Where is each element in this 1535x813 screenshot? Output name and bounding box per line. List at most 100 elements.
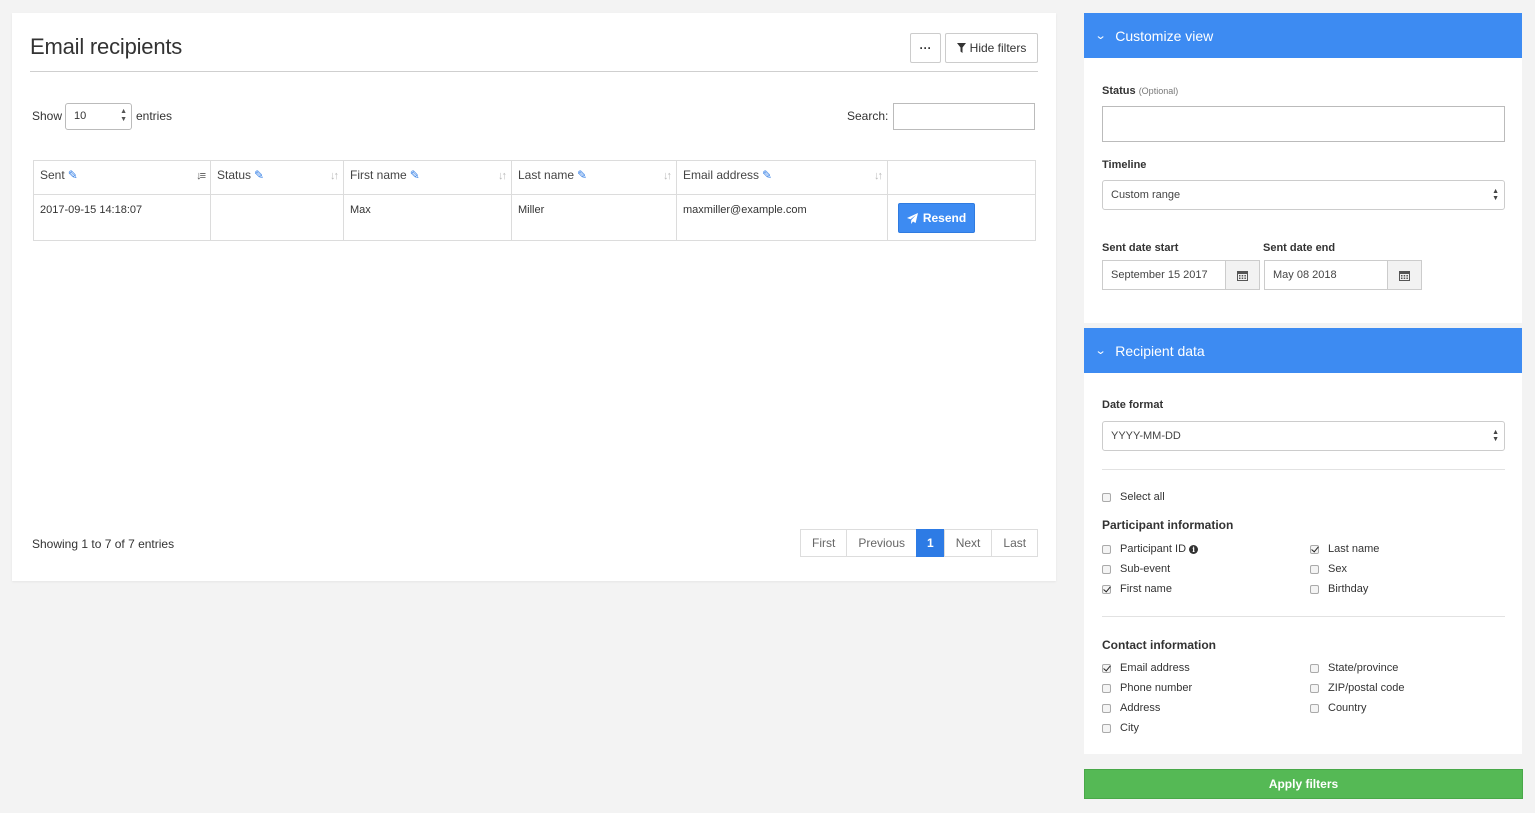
email-address-checkbox[interactable]: Email address bbox=[1102, 662, 1190, 674]
sent-start-value: September 15 2017 bbox=[1111, 269, 1208, 281]
hide-filters-label: Hide filters bbox=[969, 41, 1027, 55]
pencil-icon[interactable]: ✎ bbox=[577, 168, 587, 182]
select-arrows-icon: ▲ ▼ bbox=[120, 108, 127, 123]
pencil-icon[interactable]: ✎ bbox=[68, 168, 78, 182]
sent-start-label: Sent date start bbox=[1102, 242, 1179, 254]
recipient-data-panel: Date format YYYY-MM-DD ▲ ▼ Select all Par… bbox=[1084, 373, 1522, 754]
more-options-button[interactable]: ··· bbox=[910, 33, 941, 63]
country-checkbox[interactable]: Country bbox=[1310, 702, 1367, 714]
entries-label: entries bbox=[136, 109, 173, 123]
state-province-checkbox[interactable]: State/province bbox=[1310, 662, 1398, 674]
pencil-icon[interactable]: ✎ bbox=[762, 168, 772, 182]
cell-actions: Resend bbox=[887, 194, 1036, 241]
contact-information-title: Contact information bbox=[1102, 638, 1216, 652]
checkbox[interactable] bbox=[1102, 564, 1111, 574]
select-all-checkbox[interactable]: Select all bbox=[1102, 491, 1165, 503]
info-icon[interactable]: i bbox=[1189, 544, 1199, 554]
resend-button[interactable]: Resend bbox=[898, 203, 975, 233]
customize-view-header[interactable]: ⌄ Customize view bbox=[1084, 13, 1522, 58]
cell-first-name: Max bbox=[343, 194, 512, 241]
title-divider bbox=[30, 71, 1038, 72]
cell-email: maxmiller@example.com bbox=[676, 194, 888, 241]
recipient-data-title: Recipient data bbox=[1115, 342, 1205, 359]
sent-start-date-input[interactable]: September 15 2017 bbox=[1102, 260, 1260, 290]
status-input[interactable] bbox=[1102, 106, 1505, 142]
search-label: Search: bbox=[847, 109, 889, 123]
sort-icon[interactable]: ↓↑ bbox=[330, 170, 339, 182]
customize-view-title: Customize view bbox=[1115, 27, 1214, 44]
hide-filters-button[interactable]: Hide filters bbox=[945, 33, 1038, 63]
column-header-first-name[interactable]: First name ✎ ↓↑ bbox=[343, 160, 512, 195]
apply-filters-button[interactable]: Apply filters bbox=[1084, 769, 1523, 799]
date-format-value: YYYY-MM-DD bbox=[1111, 430, 1181, 442]
first-name-checkbox[interactable]: First name bbox=[1102, 583, 1172, 595]
pager-page-1[interactable]: 1 bbox=[916, 529, 945, 557]
checkbox-checked[interactable] bbox=[1310, 544, 1319, 554]
checkbox-checked[interactable] bbox=[1102, 584, 1111, 594]
search-input[interactable] bbox=[893, 103, 1035, 130]
phone-number-checkbox[interactable]: Phone number bbox=[1102, 682, 1192, 694]
checkbox[interactable] bbox=[1310, 663, 1319, 673]
select-arrows-icon: ▲ ▼ bbox=[1492, 429, 1499, 443]
optional-note: (Optional) bbox=[1138, 86, 1179, 96]
birthday-checkbox[interactable]: Birthday bbox=[1310, 583, 1368, 595]
column-header-status[interactable]: Status ✎ ↓↑ bbox=[210, 160, 344, 195]
chevron-down-icon: ⌄ bbox=[1094, 345, 1107, 357]
select-arrows-icon: ▲ ▼ bbox=[1492, 188, 1499, 202]
checkbox[interactable] bbox=[1310, 683, 1319, 693]
sort-icon[interactable]: ↓↑ bbox=[663, 170, 672, 182]
date-format-label: Date format bbox=[1102, 399, 1164, 411]
recipients-table: Sent ✎ ↓≡ Status ✎ ↓↑ First name ✎ ↓↑ Last nam… bbox=[33, 160, 1036, 241]
sort-icon[interactable]: ↓↑ bbox=[498, 170, 507, 182]
calendar-icon[interactable] bbox=[1225, 261, 1259, 289]
sex-checkbox[interactable]: Sex bbox=[1310, 563, 1347, 575]
entries-length-select[interactable]: 10 ▲ ▼ bbox=[65, 103, 132, 130]
divider bbox=[1102, 469, 1505, 470]
pencil-icon[interactable]: ✎ bbox=[254, 168, 264, 182]
city-checkbox[interactable]: City bbox=[1102, 722, 1139, 734]
cell-sent: 2017-09-15 14:18:07 bbox=[33, 194, 211, 241]
column-header-last-name[interactable]: Last name ✎ ↓↑ bbox=[511, 160, 677, 195]
checkbox-checked[interactable] bbox=[1102, 663, 1111, 673]
sort-desc-icon[interactable]: ↓≡ bbox=[196, 170, 206, 182]
checkbox[interactable] bbox=[1102, 723, 1111, 733]
checkbox[interactable] bbox=[1102, 683, 1111, 693]
divider bbox=[1102, 616, 1505, 617]
pager-last[interactable]: Last bbox=[991, 529, 1039, 557]
checkbox[interactable] bbox=[1310, 703, 1319, 713]
sent-end-date-input[interactable]: May 08 2018 bbox=[1264, 260, 1422, 290]
status-label: Status (Optional) bbox=[1102, 85, 1179, 97]
pager-first[interactable]: First bbox=[800, 529, 848, 557]
page-title: Email recipients bbox=[30, 34, 183, 59]
sort-icon[interactable]: ↓↑ bbox=[874, 170, 883, 182]
timeline-select[interactable]: Custom range ▲ ▼ bbox=[1102, 180, 1505, 210]
table-row: 2017-09-15 14:18:07 Max Miller maxmiller… bbox=[33, 194, 1036, 241]
last-name-checkbox[interactable]: Last name bbox=[1310, 543, 1379, 555]
pencil-icon[interactable]: ✎ bbox=[410, 168, 420, 182]
column-header-sent[interactable]: Sent ✎ ↓≡ bbox=[33, 160, 211, 195]
filter-icon bbox=[956, 43, 966, 53]
pager-next[interactable]: Next bbox=[943, 529, 993, 557]
address-checkbox[interactable]: Address bbox=[1102, 702, 1160, 714]
checkbox[interactable] bbox=[1310, 564, 1319, 574]
participant-id-checkbox[interactable]: Participant ID i bbox=[1102, 543, 1199, 555]
recipient-data-header[interactable]: ⌄ Recipient data bbox=[1084, 328, 1522, 373]
show-label: Show bbox=[32, 109, 63, 123]
column-header-email[interactable]: Email address ✎ ↓↑ bbox=[676, 160, 888, 195]
email-recipients-card: Email recipients ··· Hide filters Show 1… bbox=[12, 13, 1056, 581]
chevron-down-icon: ⌄ bbox=[1094, 30, 1107, 42]
checkbox[interactable] bbox=[1102, 544, 1111, 554]
calendar-icon[interactable] bbox=[1387, 261, 1421, 289]
column-header-actions bbox=[887, 160, 1036, 195]
sub-event-checkbox[interactable]: Sub-event bbox=[1102, 563, 1170, 575]
zip-postal-code-checkbox[interactable]: ZIP/postal code bbox=[1310, 682, 1404, 694]
participant-information-title: Participant information bbox=[1102, 518, 1234, 532]
checkbox[interactable] bbox=[1102, 703, 1111, 713]
date-format-select[interactable]: YYYY-MM-DD ▲ ▼ bbox=[1102, 421, 1505, 451]
timeline-value: Custom range bbox=[1111, 189, 1181, 201]
pager-previous[interactable]: Previous bbox=[846, 529, 918, 557]
checkbox[interactable] bbox=[1310, 584, 1319, 594]
pagination: First Previous 1 Next Last bbox=[800, 529, 1039, 557]
timeline-label: Timeline bbox=[1102, 159, 1147, 171]
checkbox[interactable] bbox=[1102, 492, 1111, 502]
